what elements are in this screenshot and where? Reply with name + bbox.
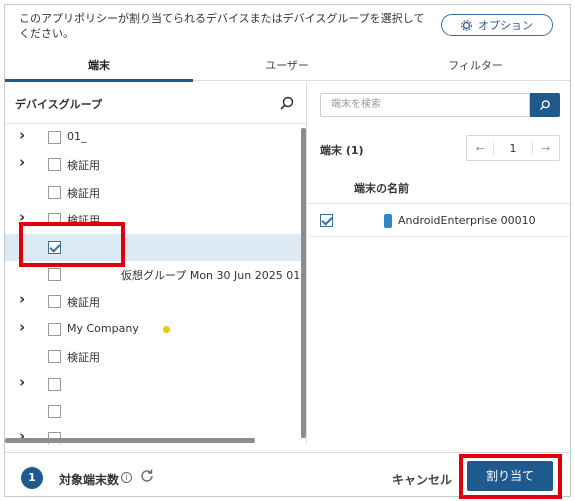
target-device-count-label: 対象端末数 [59,473,120,487]
tree-row[interactable]: 検証用 [5,343,306,370]
tab-filters[interactable]: フィルター [381,51,570,81]
prev-page-button[interactable]: ← [467,142,493,155]
selected-count-badge: 1 [21,467,43,489]
tree-row[interactable]: › My Company [5,316,306,343]
device-checkbox[interactable] [320,214,333,227]
device-name-column-label: 端末の名前 [354,182,409,195]
cancel-button[interactable]: キャンセル [392,471,452,488]
tree-row-label: 01_ [67,130,87,143]
tree-row-checkbox[interactable] [48,295,61,309]
instruction-text: このアプリポリシーが割り当てられるデバイスまたはデバイスグループを選択してくださ… [19,12,425,40]
chevron-right-icon[interactable]: › [19,318,25,336]
tree-row-checkbox[interactable] [48,158,61,172]
device-search-button[interactable] [530,93,560,117]
column-header: 端末の名前 [308,168,570,204]
options-button-label: オプション [478,19,533,32]
tree-row-checkbox[interactable] [48,377,61,391]
pagination: ← 1 → [466,135,560,161]
tree-row-checkbox[interactable] [48,267,61,281]
tree-row-checkbox[interactable] [48,185,61,199]
highlight-box-assign [459,454,562,499]
phone-icon [384,214,392,228]
tree-row-checkbox[interactable] [48,131,61,144]
search-icon[interactable] [279,95,295,111]
info-icon[interactable]: i [121,472,132,483]
tree-row-checkbox[interactable] [48,322,61,336]
tree-row-label: 検証用 [67,296,100,310]
tree-row-label: 検証用 [67,351,100,365]
tree-row-label: 検証用 [67,186,100,200]
device-name: AndroidEnterprise 00010 [398,214,536,227]
tab-devices[interactable]: 端末 [5,51,193,82]
device-group-title: デバイスグループ [15,98,103,111]
tab-bar: 端末 ユーザー フィルター [5,51,570,82]
status-dot-icon [163,325,170,333]
chevron-right-icon[interactable]: › [19,153,25,171]
tab-users[interactable]: ユーザー [193,51,381,81]
dialog-header: このアプリポリシーが割り当てられるデバイスまたはデバイスグループを選択してくださ… [5,5,570,51]
tree-row-checkbox[interactable] [48,404,61,418]
tree-row-label: 検証用 [67,159,100,173]
gear-icon [461,19,472,31]
tree-row-label: My Company [67,321,139,335]
device-group-header: デバイスグループ [5,82,306,124]
tree-row[interactable]: › [5,371,306,398]
vertical-scrollbar[interactable] [301,128,306,438]
highlight-box-checkbox [19,222,125,267]
next-page-button[interactable]: → [533,142,559,155]
options-button[interactable]: オプション [441,14,553,36]
tree-row-label: 仮想グループ Mon 30 Jun 2025 01: [121,268,304,282]
chevron-right-icon[interactable]: › [19,290,25,308]
tree-row[interactable]: 検証用 [5,179,306,206]
tree-row-checkbox[interactable] [48,350,61,364]
device-panel: 端末を検索 端末 (1) ← 1 → 端末の名前 AndroidEnterpri… [308,82,570,444]
page-number-input[interactable]: 1 [493,141,533,155]
tree-row[interactable]: › 検証用 [5,288,306,315]
tree-row[interactable] [5,398,306,425]
device-group-tree: › 01_ › 検証用 検証用 › 検証用 仮想グループ Mon 30 Jun 2025 01… [5,124,306,444]
device-count-label: 端末 (1) [320,144,364,157]
horizontal-scrollbar[interactable] [5,438,255,443]
device-search-input[interactable]: 端末を検索 [320,93,530,117]
chevron-right-icon[interactable]: › [19,126,25,144]
chevron-right-icon[interactable]: › [19,373,25,391]
device-row[interactable]: AndroidEnterprise 00010 [308,205,570,237]
tree-row[interactable]: › 01_ [5,124,306,151]
refresh-icon[interactable] [139,468,155,484]
search-icon [540,100,550,110]
tree-row[interactable]: › 検証用 [5,151,306,178]
